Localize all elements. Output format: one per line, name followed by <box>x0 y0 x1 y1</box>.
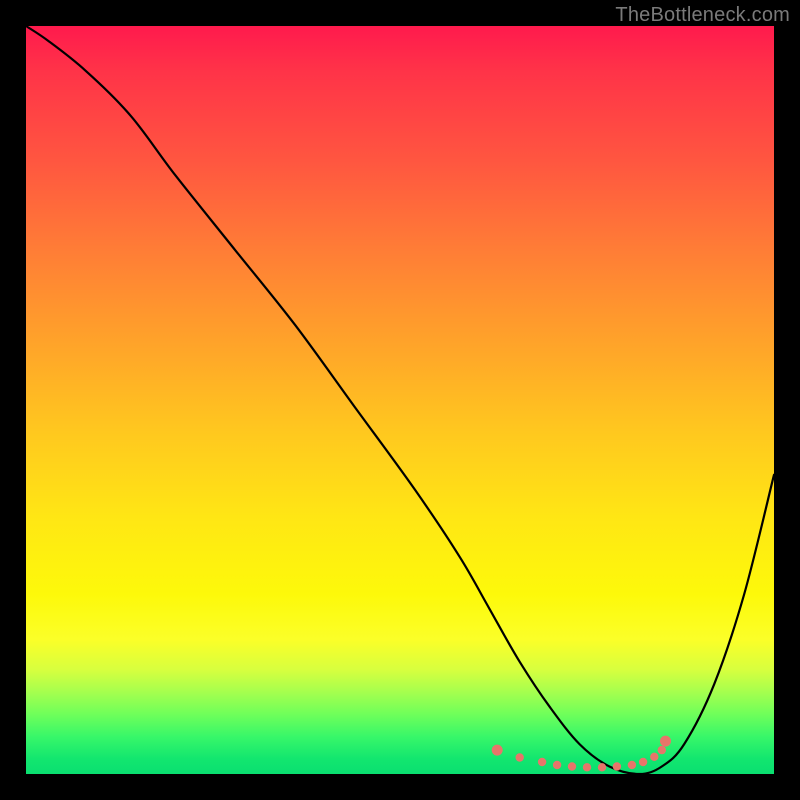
bottleneck-curve <box>26 26 774 774</box>
curve-dot <box>598 763 606 771</box>
curve-dot <box>538 758 546 766</box>
watermark-text: TheBottleneck.com <box>615 4 790 27</box>
chart-overlay <box>26 26 774 774</box>
curve-dot <box>613 762 621 770</box>
curve-dot <box>658 746 666 754</box>
curve-dot <box>568 762 576 770</box>
curve-dot <box>553 761 561 769</box>
curve-dot <box>516 753 524 761</box>
curve-dot <box>628 761 636 769</box>
plot-area <box>26 26 774 774</box>
curve-dot <box>650 753 658 761</box>
curve-dot <box>492 745 503 756</box>
optimal-range-dots <box>492 736 671 772</box>
curve-dot <box>639 758 647 766</box>
curve-dot <box>660 736 671 747</box>
chart-frame: TheBottleneck.com <box>0 0 800 800</box>
curve-dot <box>583 763 591 771</box>
